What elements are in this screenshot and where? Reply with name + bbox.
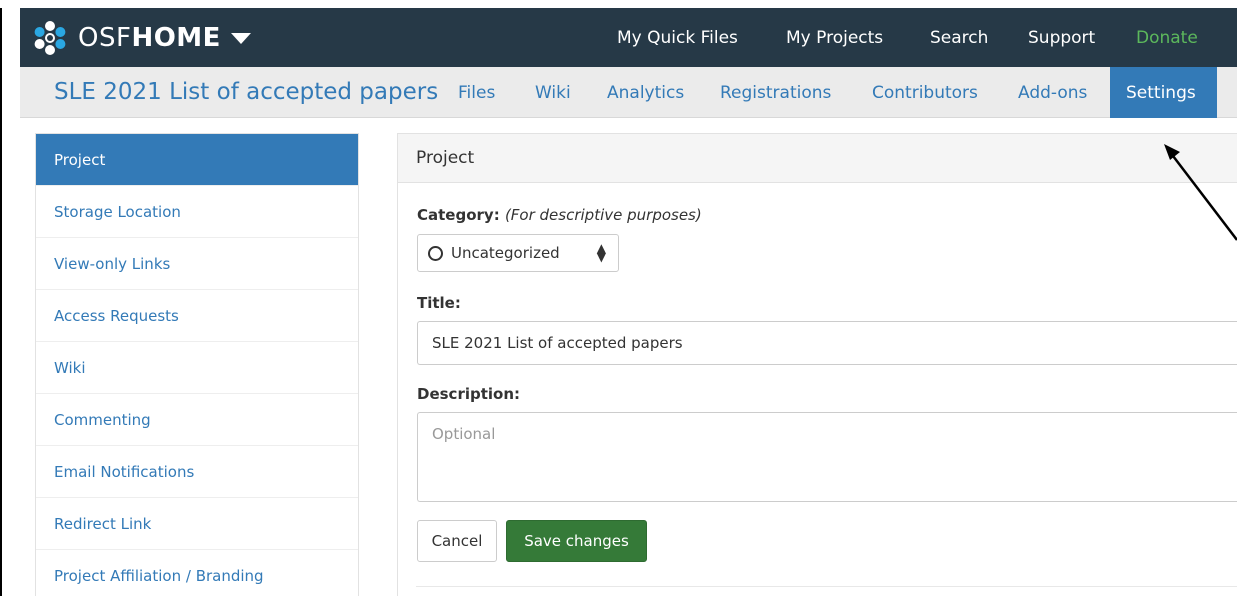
sidebar-item-label: Email Notifications [54,462,195,481]
nav-donate[interactable]: Donate [1136,8,1198,67]
project-settings-panel: Project Category: (For descriptive purpo… [397,133,1237,596]
tab-contributors[interactable]: Contributors [872,67,978,118]
sidebar-item-label: Storage Location [54,202,181,221]
sidebar-item-label: Access Requests [54,306,179,325]
top-whitespace [0,0,1237,8]
nav-search[interactable]: Search [930,8,988,67]
left-border [0,8,2,596]
sidebar-item-wiki[interactable]: Wiki [36,342,358,394]
sidebar-item-project[interactable]: Project [36,134,358,186]
description-input[interactable] [417,412,1237,502]
cancel-button[interactable]: Cancel [417,520,497,562]
tab-settings-label: Settings [1126,82,1196,103]
panel-heading: Project [398,134,1237,183]
category-hint: (For descriptive purposes) [504,206,702,224]
tab-registrations[interactable]: Registrations [720,67,831,118]
nav-support-label: Support [1028,27,1096,48]
caret-down-icon[interactable] [230,32,251,44]
tab-files[interactable]: Files [458,67,495,118]
sidebar-item-redirect-link[interactable]: Redirect Link [36,498,358,550]
project-title[interactable]: SLE 2021 List of accepted papers [54,79,438,105]
brand-name: OSFHOME [78,23,221,53]
tab-analytics-label: Analytics [607,82,685,103]
nav-donate-label: Donate [1136,27,1198,48]
settings-sidebar: Project Storage Location View-only Links… [35,133,359,596]
project-navbar: SLE 2021 List of accepted papers Files W… [20,67,1237,118]
tab-settings[interactable]: Settings [1110,67,1217,118]
description-label: Description: [417,385,521,403]
tab-wiki[interactable]: Wiki [535,67,571,118]
tab-files-label: Files [458,82,496,103]
sidebar-item-label: Project Affiliation / Branding [54,566,264,585]
tab-add-ons-label: Add-ons [1018,82,1088,103]
category-label: Category: (For descriptive purposes) [417,206,702,224]
circle-outline-icon [428,245,443,261]
tab-analytics[interactable]: Analytics [607,67,684,118]
nav-my-projects[interactable]: My Projects [786,8,883,67]
sidebar-item-label: Project [54,150,106,169]
tab-add-ons[interactable]: Add-ons [1018,67,1087,118]
sidebar-item-label: Redirect Link [54,514,152,533]
tab-registrations-label: Registrations [720,82,832,103]
category-select[interactable]: Uncategorized ▲ ▼ [417,234,619,272]
sidebar-item-storage-location[interactable]: Storage Location [36,186,358,238]
sidebar-item-commenting[interactable]: Commenting [36,394,358,446]
osf-logo-icon [34,21,66,55]
brand-home: HOME [131,23,221,53]
sidebar-item-label: Wiki [54,358,86,377]
sidebar-item-access-requests[interactable]: Access Requests [36,290,358,342]
save-changes-button[interactable]: Save changes [506,520,647,562]
sidebar-item-label: Commenting [54,410,151,429]
tab-contributors-label: Contributors [872,82,978,103]
title-label: Title: [417,294,461,312]
nav-my-quick-files[interactable]: My Quick Files [617,8,738,67]
category-label-text: Category: [417,206,500,224]
brand[interactable]: OSFHOME [32,19,251,57]
sidebar-item-project-affiliation[interactable]: Project Affiliation / Branding [36,550,358,596]
brand-prefix: OSF [78,23,132,53]
sidebar-item-view-only-links[interactable]: View-only Links [36,238,358,290]
tab-wiki-label: Wiki [535,82,571,103]
nav-my-projects-label: My Projects [786,27,884,48]
divider [416,586,1237,587]
top-navbar: OSFHOME My Quick Files My Projects Searc… [20,8,1237,67]
nav-search-label: Search [930,27,989,48]
arrow-icon [1164,144,1237,241]
title-input[interactable] [417,321,1237,365]
sidebar-item-label: View-only Links [54,254,171,273]
sort-arrows-icon: ▲ ▼ [596,241,606,264]
sidebar-item-email-notifications[interactable]: Email Notifications [36,446,358,498]
nav-support[interactable]: Support [1028,8,1095,67]
category-value: Uncategorized [451,244,560,262]
nav-my-quick-files-label: My Quick Files [617,27,738,48]
